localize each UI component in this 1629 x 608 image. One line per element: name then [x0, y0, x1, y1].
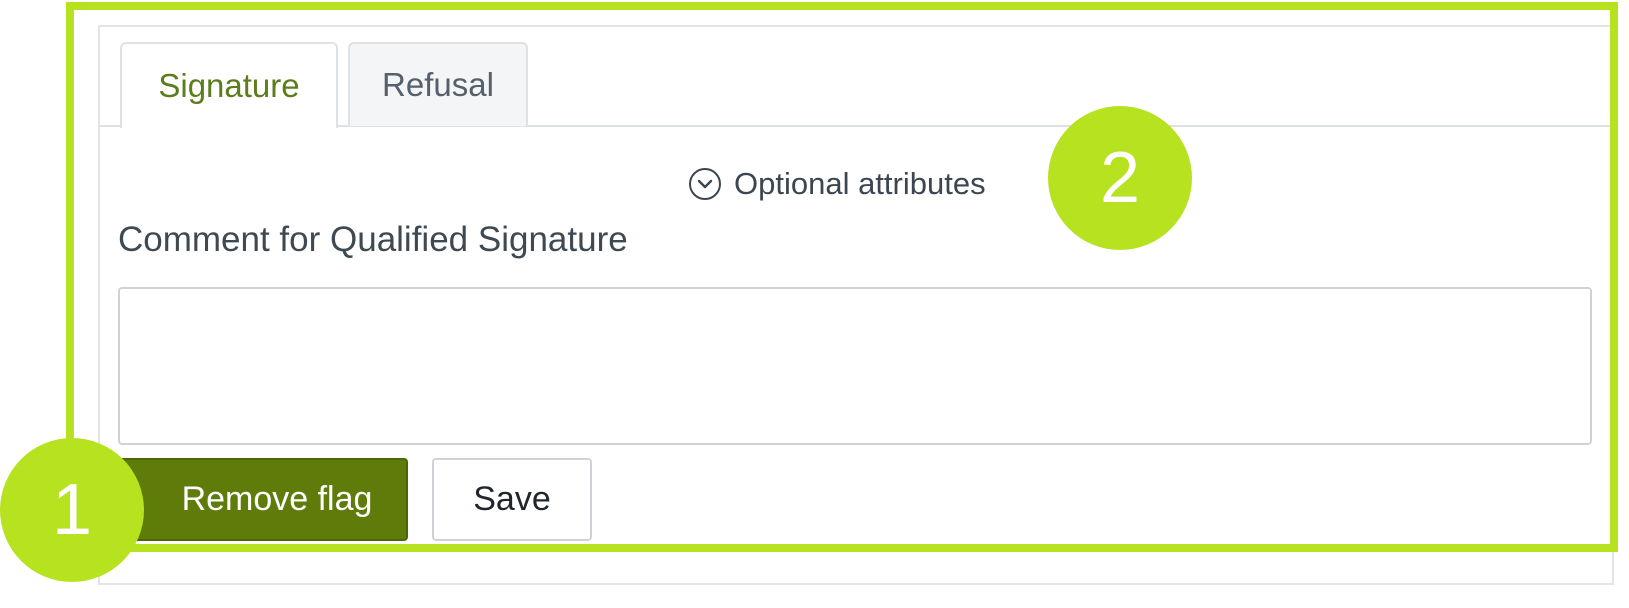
- callout-badge-2: 2: [1048, 106, 1192, 250]
- screenshot-stage: Signature Refusal Optional attributes Co…: [0, 0, 1629, 608]
- callout-badge-1: 1: [0, 438, 144, 582]
- tab-signature-label: Signature: [158, 67, 300, 104]
- tab-signature[interactable]: Signature: [120, 42, 338, 128]
